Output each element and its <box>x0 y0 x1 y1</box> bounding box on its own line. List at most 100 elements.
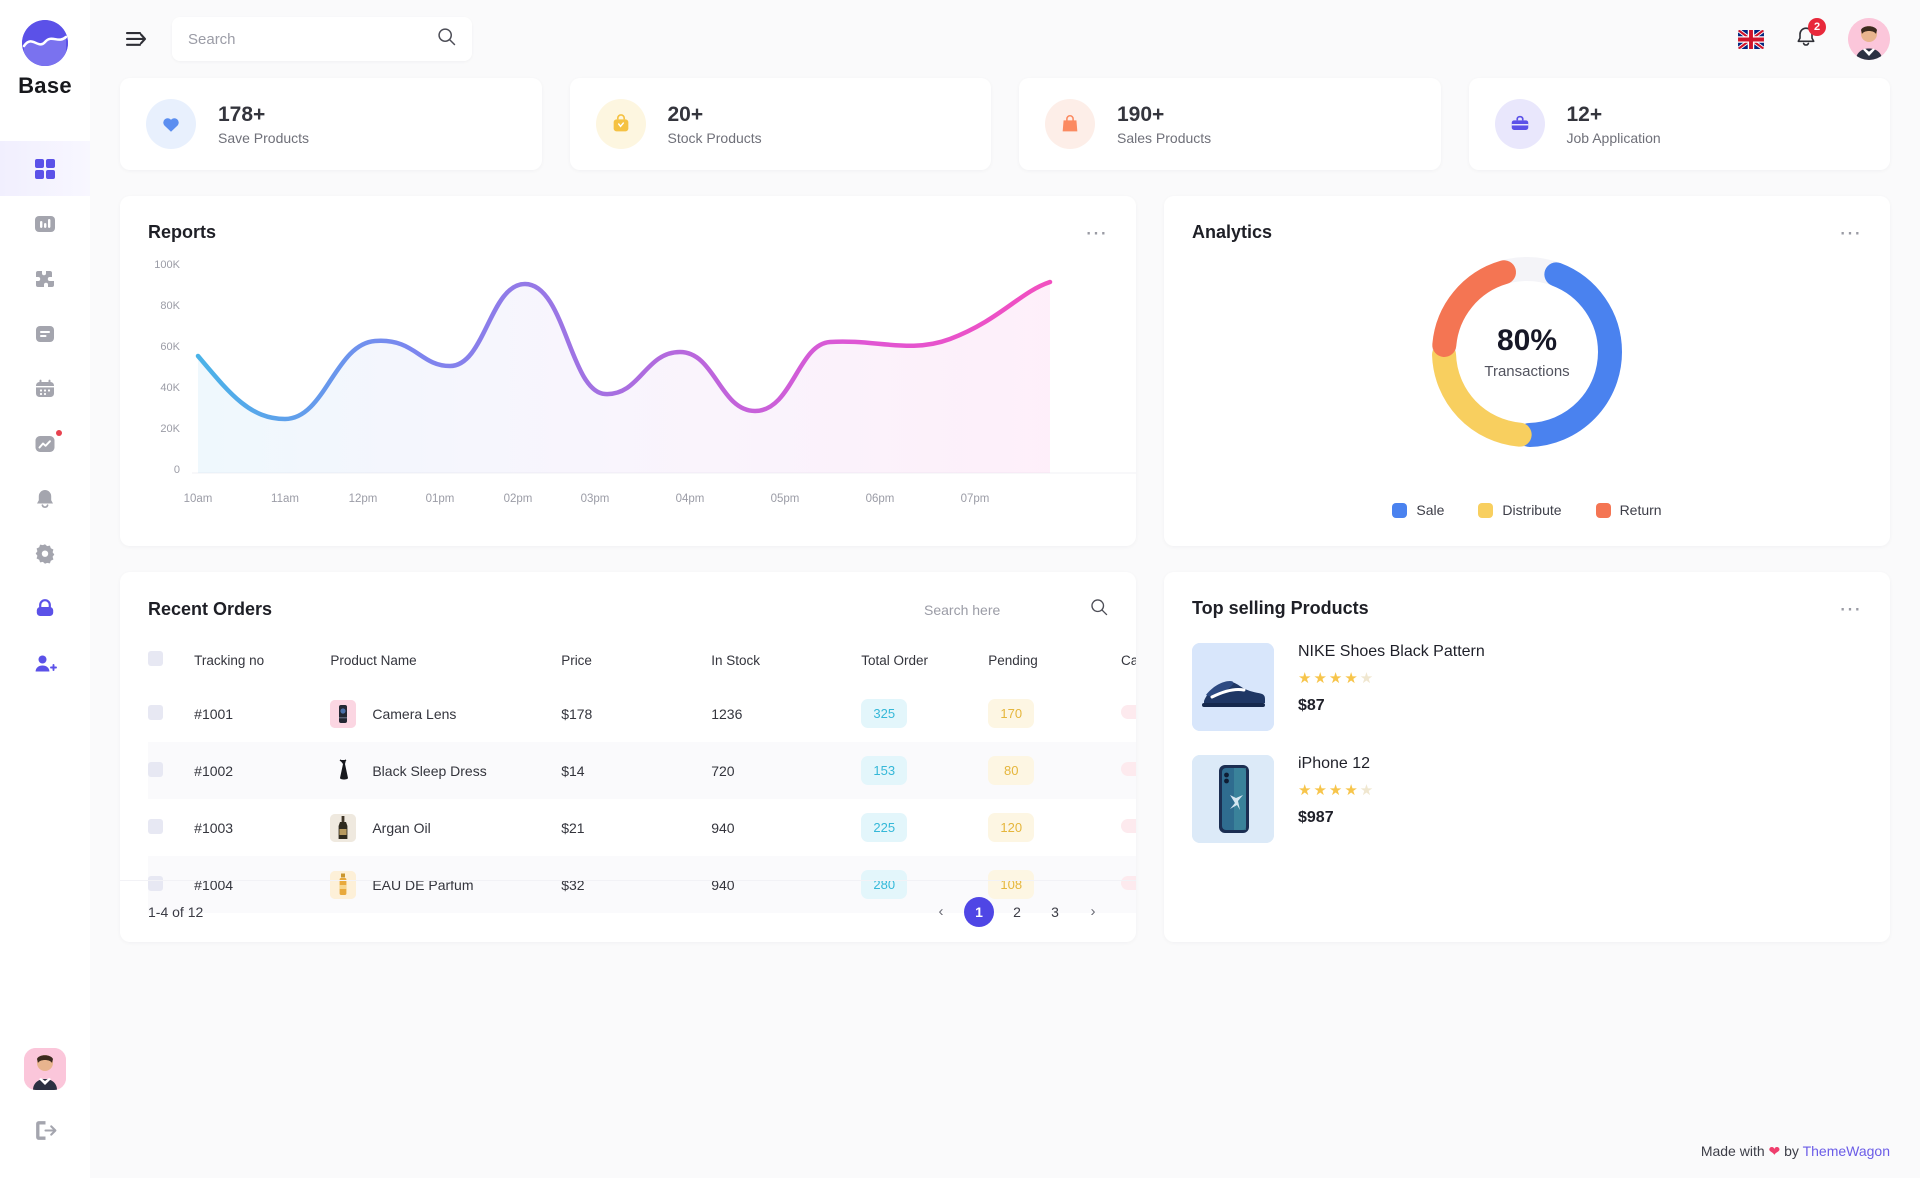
recent-orders-panel: Recent Orders Search here Tracking no Pr… <box>120 572 1136 942</box>
row-checkbox[interactable] <box>148 818 163 834</box>
cell-pending: 170 <box>988 699 1035 728</box>
camera-lens-thumb <box>330 699 357 728</box>
table-row[interactable]: #1002 Black Sleep Dress $14 720 153 80 <box>148 742 1136 799</box>
cell-cancel <box>1120 705 1136 719</box>
donut-percentage: 80% <box>1496 324 1558 357</box>
page-button-1[interactable]: 1 <box>964 896 994 927</box>
stat-card-job-application[interactable]: 12+ Job Application <box>1468 78 1890 170</box>
sidebar-item-authentication[interactable] <box>0 581 90 636</box>
page-button-3[interactable]: 3 <box>1040 897 1070 927</box>
top-selling-products-panel: Top selling Products ⋯ NIKE Shoes Black … <box>1164 572 1890 942</box>
column-tracking-no: Tracking no <box>194 652 265 668</box>
box-icon <box>595 99 646 149</box>
sidebar-avatar[interactable] <box>24 1048 66 1090</box>
wave-logo-icon <box>21 20 68 66</box>
stat-card-sales-products[interactable]: 190+ Sales Products <box>1019 78 1441 170</box>
logout-button[interactable] <box>0 1100 90 1160</box>
cell-product: Camera Lens <box>330 699 561 728</box>
sidebar-item-notifications[interactable] <box>0 471 90 526</box>
stat-label: Job Application <box>1566 130 1661 147</box>
svg-text:100K: 100K <box>154 259 180 271</box>
user-add-icon <box>35 655 57 671</box>
sidebar-nav <box>0 141 90 691</box>
top-products-header: Top selling Products ⋯ <box>1164 572 1890 619</box>
stat-value: 178+ <box>218 102 266 126</box>
product-name: NIKE Shoes Black Pattern <box>1298 643 1485 660</box>
sidebar-item-calendar[interactable] <box>0 361 90 416</box>
row-checkbox[interactable] <box>148 704 163 720</box>
notifications-button[interactable]: 2 <box>1794 17 1826 54</box>
orders-search[interactable] <box>924 598 1108 621</box>
select-all-header <box>148 641 194 685</box>
cell-total-order: 225 <box>861 813 908 842</box>
column-total-order: Total Order <box>861 652 929 668</box>
svg-text:05pm: 05pm <box>771 493 800 505</box>
panel-title: Analytics <box>1192 222 1273 242</box>
sidebar-item-charts[interactable] <box>0 196 90 251</box>
chevron-left-icon[interactable]: ‹ <box>926 897 956 927</box>
product-price: $87 <box>1298 697 1325 714</box>
panel-title: Recent Orders <box>148 599 273 619</box>
line-chart-svg: 100K 80K 60K 40K 20K 0 10am 11am 12pm 01… <box>154 259 1136 505</box>
table-row[interactable]: #1003 Argan Oil $21 940 225 120 <box>148 799 1136 856</box>
more-options-icon[interactable]: ⋯ <box>1839 597 1862 619</box>
stat-label: Stock Products <box>667 130 762 147</box>
table-header-row: Tracking no Product Name Price In Stock … <box>148 641 1136 685</box>
product-name: iPhone 12 <box>1298 755 1371 772</box>
search-input[interactable] <box>188 30 437 48</box>
orders-search-input[interactable] <box>924 601 1074 618</box>
search-box[interactable] <box>172 17 472 61</box>
search-icon[interactable] <box>437 27 456 51</box>
sidebar-item-users[interactable] <box>0 636 90 691</box>
stat-card-save-products[interactable]: 178+ Save Products <box>120 78 542 170</box>
table-row[interactable]: #1001 Camera Lens $178 1236 325 170 <box>148 685 1136 742</box>
briefcase-icon <box>1494 99 1545 149</box>
legend-color-chip <box>1478 502 1494 518</box>
select-all-checkbox[interactable] <box>148 651 163 666</box>
legend-item-return[interactable]: Return <box>1595 502 1662 518</box>
sidebar-item-forms[interactable] <box>0 306 90 361</box>
orders-table: Tracking no Product Name Price In Stock … <box>148 641 1136 913</box>
sidebar-item-analytics[interactable] <box>0 416 90 471</box>
sidebar-item-widgets[interactable] <box>0 251 90 306</box>
legend-label: Sale <box>1416 502 1445 518</box>
row-checkbox[interactable] <box>148 761 163 777</box>
cell-price: $178 <box>561 705 593 722</box>
charts-row: Reports ⋯ 100K 80K 60K 40K 20K 0 10am 11… <box>120 196 1890 546</box>
page-button-2[interactable]: 2 <box>1002 897 1032 927</box>
legend-item-distribute[interactable]: Distribute <box>1478 502 1562 518</box>
svg-text:04pm: 04pm <box>676 493 705 505</box>
gear-icon <box>35 543 55 564</box>
heart-icon <box>146 99 196 149</box>
sidebar-item-dashboard[interactable] <box>0 141 90 196</box>
analytics-panel: Analytics ⋯ 80% Transactions Sale Distri… <box>1164 196 1890 546</box>
legend-item-sale[interactable]: Sale <box>1392 502 1444 518</box>
column-pending: Pending <box>988 652 1038 668</box>
notification-badge: 2 <box>1808 17 1826 36</box>
more-options-icon[interactable]: ⋯ <box>1839 221 1862 243</box>
puzzle-icon <box>36 270 54 287</box>
list-item[interactable]: NIKE Shoes Black Pattern ★★★★★ $87 <box>1164 643 1890 731</box>
hamburger-menu-icon[interactable] <box>120 22 154 56</box>
footer-middle: by <box>1784 1143 1799 1159</box>
product-price: $987 <box>1298 809 1334 826</box>
more-options-icon[interactable]: ⋯ <box>1085 221 1108 243</box>
brand-logo[interactable]: Base <box>18 20 72 99</box>
sidebar-item-settings[interactable] <box>0 526 90 581</box>
bottom-row: Recent Orders Search here Tracking no Pr… <box>120 572 1890 942</box>
search-icon[interactable] <box>1090 598 1108 621</box>
svg-text:06pm: 06pm <box>866 493 895 505</box>
chevron-right-icon[interactable]: › <box>1078 897 1108 927</box>
user-avatar[interactable] <box>1848 18 1890 60</box>
stat-card-stock-products[interactable]: 20+ Stock Products <box>569 78 991 170</box>
list-item[interactable]: iPhone 12 ★★★★★ $987 <box>1164 755 1890 843</box>
top-bar: 2 <box>90 0 1920 78</box>
reports-panel: Reports ⋯ 100K 80K 60K 40K 20K 0 10am 11… <box>120 196 1136 546</box>
uk-flag-icon[interactable] <box>1738 29 1764 49</box>
heart-icon: ❤ <box>1768 1143 1781 1159</box>
cell-product: Black Sleep Dress <box>330 757 561 785</box>
svg-text:40K: 40K <box>160 382 180 394</box>
themewagon-link[interactable]: ThemeWagon <box>1803 1143 1890 1159</box>
cell-in-stock: 940 <box>711 819 735 836</box>
nike-shoe-image <box>1192 643 1274 731</box>
